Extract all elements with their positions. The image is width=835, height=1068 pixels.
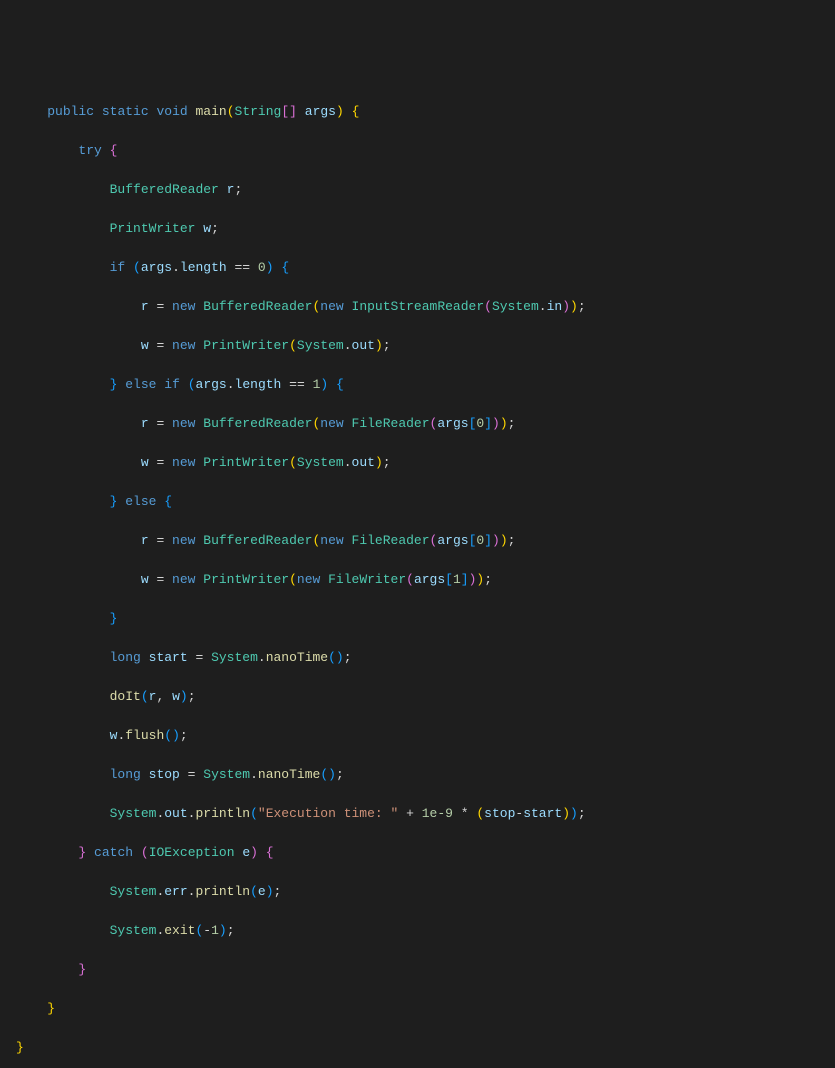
code-line: if (args.length == 0) { [0, 258, 835, 278]
code-line: System.exit(-1); [0, 921, 835, 941]
code-line: w = new PrintWriter(new FileWriter(args[… [0, 570, 835, 590]
code-line: } catch (IOException e) { [0, 843, 835, 863]
code-line: } else if (args.length == 1) { [0, 375, 835, 395]
code-line: System.err.println(e); [0, 882, 835, 902]
code-line: } [0, 999, 835, 1019]
code-line: w.flush(); [0, 726, 835, 746]
code-line: r = new BufferedReader(new InputStreamRe… [0, 297, 835, 317]
code-line: doIt(r, w); [0, 687, 835, 707]
code-line: w = new PrintWriter(System.out); [0, 336, 835, 356]
code-line: } [0, 1038, 835, 1058]
code-line: long start = System.nanoTime(); [0, 648, 835, 668]
code-line: w = new PrintWriter(System.out); [0, 453, 835, 473]
code-line: } [0, 609, 835, 629]
code-line: r = new BufferedReader(new FileReader(ar… [0, 414, 835, 434]
code-line: } [0, 960, 835, 980]
code-line: try { [0, 141, 835, 161]
code-line: long stop = System.nanoTime(); [0, 765, 835, 785]
code-line: PrintWriter w; [0, 219, 835, 239]
code-editor[interactable]: public static void main(String[] args) {… [0, 82, 835, 1068]
code-line: r = new BufferedReader(new FileReader(ar… [0, 531, 835, 551]
code-line: public static void main(String[] args) { [0, 102, 835, 122]
code-line: } else { [0, 492, 835, 512]
code-line: System.out.println("Execution time: " + … [0, 804, 835, 824]
code-line: BufferedReader r; [0, 180, 835, 200]
